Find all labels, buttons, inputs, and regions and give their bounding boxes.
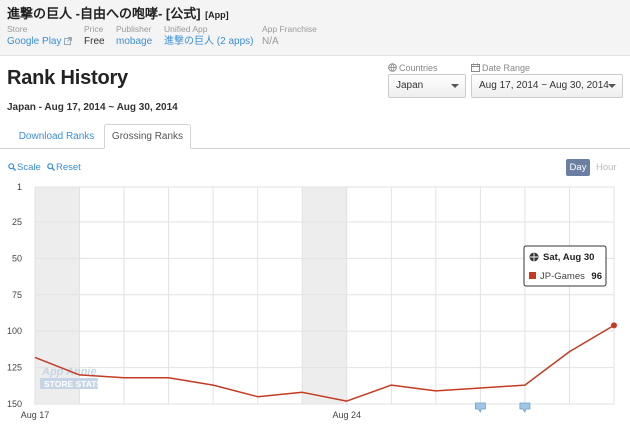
- app-header: 進撃の巨人 -自由への咆哮- [公式] [App] Store Google P…: [0, 0, 630, 56]
- meta-publisher-label: Publisher: [116, 24, 152, 34]
- tab-download-ranks[interactable]: Download Ranks: [10, 124, 103, 149]
- legend-swatch: [529, 272, 536, 279]
- data-point[interactable]: [478, 386, 482, 390]
- reset-button[interactable]: Reset: [47, 162, 81, 173]
- data-point[interactable]: [122, 376, 126, 380]
- chevron-down-icon: [451, 84, 459, 88]
- weekend-band: [302, 187, 347, 404]
- franchise-value: N/A: [262, 36, 279, 47]
- y-tick-label: 25: [12, 217, 22, 227]
- publisher-link[interactable]: mobage: [116, 35, 152, 49]
- app-type-tag: [App]: [205, 10, 229, 20]
- data-point[interactable]: [300, 390, 304, 394]
- data-point[interactable]: [523, 383, 527, 387]
- annotation-icon[interactable]: [519, 402, 531, 413]
- calendar-icon: [471, 63, 480, 72]
- meta-unified-app-label: Unified App: [164, 24, 208, 34]
- watermark-logo: STORE STATS: [44, 379, 102, 389]
- scale-button[interactable]: Scale: [8, 162, 41, 173]
- external-link-icon[interactable]: [64, 37, 73, 45]
- annotation-icon[interactable]: [474, 402, 486, 413]
- y-tick-label: 50: [12, 253, 22, 263]
- meta-franchise-label: App Franchise: [262, 24, 317, 34]
- data-point[interactable]: [256, 395, 260, 399]
- data-point[interactable]: [389, 383, 393, 387]
- data-point[interactable]: [33, 355, 37, 359]
- page-subtitle: Japan - Aug 17, 2014 ~ Aug 30, 2014: [7, 102, 178, 113]
- countries-select[interactable]: Japan: [388, 74, 466, 98]
- tooltip-series: JP-Games: [540, 271, 585, 282]
- granularity-hour-button[interactable]: Hour: [596, 159, 617, 176]
- y-tick-label: 75: [12, 290, 22, 300]
- y-tick-label: 150: [7, 399, 22, 409]
- data-point[interactable]: [434, 389, 438, 393]
- data-point[interactable]: [211, 383, 215, 387]
- meta-price-label: Price: [84, 24, 104, 34]
- countries-filter-label: Countries: [388, 63, 438, 73]
- store-link[interactable]: Google Play: [7, 36, 61, 47]
- rank-history-chart: 1255075100125150Aug 17 Aug 24App AnnieSTO…: [7, 182, 617, 420]
- countries-label-text: Countries: [399, 63, 438, 73]
- meta-store: Store Google Play: [7, 24, 73, 49]
- meta-unified-app: Unified App 進撃の巨人 (2 apps): [164, 24, 253, 49]
- countries-value: Japan: [396, 80, 424, 91]
- price-value: Free: [84, 36, 105, 47]
- unified-app-link[interactable]: 進撃の巨人 (2 apps): [164, 35, 253, 49]
- globe-icon: [388, 63, 397, 72]
- scale-label: Scale: [17, 162, 41, 173]
- date-range-select[interactable]: Aug 17, 2014 ~ Aug 30, 2014: [471, 74, 623, 98]
- tab-grossing-ranks[interactable]: Grossing Ranks: [104, 124, 191, 149]
- app-title: 進撃の巨人 -自由への咆哮- [公式] [App]: [7, 3, 229, 22]
- x-tick-label: Aug 24: [333, 410, 362, 420]
- meta-publisher: Publisher mobage: [116, 24, 152, 49]
- app-name: 進撃の巨人 -自由への咆哮- [公式]: [7, 6, 201, 21]
- meta-franchise: App Franchise N/A: [262, 24, 317, 49]
- tooltip-value: 96: [591, 271, 602, 282]
- date-range-value: Aug 17, 2014 ~ Aug 30, 2014: [479, 80, 609, 91]
- x-tick-label: Aug 17: [21, 410, 50, 420]
- page-title: Rank History: [7, 67, 128, 89]
- highlight-point[interactable]: [611, 322, 617, 329]
- magnifier-icon: [8, 163, 16, 171]
- data-point[interactable]: [567, 350, 571, 354]
- data-point[interactable]: [78, 373, 82, 377]
- meta-price: Price Free: [84, 24, 105, 49]
- date-range-filter-label: Date Range: [471, 63, 530, 73]
- chevron-down-icon: [608, 84, 616, 88]
- reset-label: Reset: [56, 162, 81, 173]
- data-point[interactable]: [345, 399, 349, 403]
- y-tick-label: 100: [7, 326, 22, 336]
- meta-store-label: Store: [7, 24, 28, 34]
- data-point[interactable]: [167, 376, 171, 380]
- y-tick-label: 125: [7, 363, 22, 373]
- date-range-label-text: Date Range: [482, 63, 531, 73]
- magnifier-icon: [47, 163, 55, 171]
- tooltip-title: Sat, Aug 30: [543, 252, 594, 263]
- y-tick-label: 1: [17, 182, 22, 192]
- granularity-day-button[interactable]: Day: [566, 159, 590, 176]
